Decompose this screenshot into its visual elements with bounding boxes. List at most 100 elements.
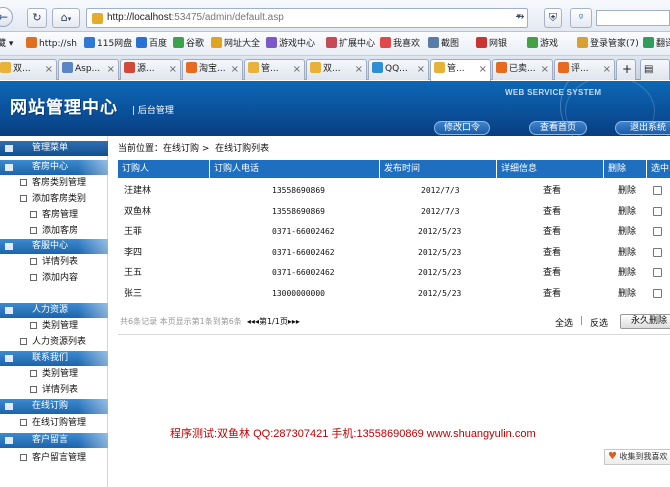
- folder-icon: [5, 243, 13, 250]
- page-nav[interactable]: ◂◂◂第1/1页▸▸▸: [247, 317, 300, 326]
- view-link[interactable]: 查看: [543, 202, 561, 222]
- bookmark-item[interactable]: 115网盘: [84, 37, 132, 51]
- search-engine-icon[interactable]: ᵍ: [570, 8, 592, 28]
- sidebar-group-service[interactable]: 客服中心: [0, 239, 108, 254]
- sidebar-item-room-category[interactable]: 客房类别管理: [20, 176, 86, 190]
- table-row: 王五 0371-66002462 2012/5/23 查看 删除: [118, 263, 670, 283]
- browser-tab[interactable]: 源... ×: [120, 59, 181, 80]
- sidebar-item-order-manage[interactable]: 在线订购管理: [20, 416, 86, 430]
- browser-tab[interactable]: Asp... ×: [58, 59, 119, 80]
- tab-list-button[interactable]: ▤: [640, 59, 670, 80]
- close-icon[interactable]: ×: [355, 60, 363, 79]
- refresh-button[interactable]: ↻: [27, 8, 47, 28]
- browser-tab[interactable]: 淘宝... ×: [182, 59, 243, 80]
- view-link[interactable]: 查看: [543, 222, 561, 242]
- square-icon: [30, 322, 37, 329]
- browser-tab[interactable]: QQ... ×: [368, 59, 429, 80]
- sidebar-item-contact-list[interactable]: 详情列表: [30, 383, 78, 397]
- invert-selection-link[interactable]: 反选: [590, 316, 608, 329]
- bookmark-item[interactable]: 翻译: [643, 37, 670, 51]
- sidebar-group-contact[interactable]: 联系我们: [0, 351, 108, 366]
- row-checkbox[interactable]: [653, 227, 662, 236]
- bookmark-item[interactable]: 登录管家(7): [577, 37, 639, 51]
- sidebar-item-message-manage[interactable]: 客户留言管理: [20, 451, 86, 465]
- row-checkbox[interactable]: [653, 207, 662, 216]
- home-button[interactable]: ⌂▾: [52, 8, 80, 28]
- breadcrumb: 当前位置：在线订购 > 在线订购列表: [118, 144, 270, 154]
- folder-icon: [5, 307, 13, 314]
- view-link[interactable]: 查看: [543, 263, 561, 283]
- favorite-button[interactable]: ♥ 收集到我喜欢: [604, 449, 670, 465]
- delete-link[interactable]: 删除: [618, 263, 636, 283]
- sidebar-item-hr-category[interactable]: 类别管理: [30, 319, 78, 333]
- sidebar-group-room[interactable]: 客房中心: [0, 160, 108, 175]
- logout-button[interactable]: 退出系统: [615, 121, 670, 135]
- sidebar-item-service-add[interactable]: 添加内容: [30, 271, 78, 285]
- close-icon[interactable]: ×: [603, 60, 611, 79]
- tab-bar: 双... × Asp... × 源... × 淘宝... × 管... × 双... × Q…: [0, 56, 670, 81]
- close-icon[interactable]: ×: [169, 60, 177, 79]
- go-button[interactable]: →: [512, 8, 528, 28]
- select-all-link[interactable]: 全选: [555, 316, 573, 329]
- browser-tab[interactable]: 管... ×: [244, 59, 305, 80]
- bookmark-item[interactable]: 游戏中心: [266, 37, 315, 51]
- row-checkbox[interactable]: [653, 268, 662, 277]
- sidebar-item-add-room[interactable]: 添加客房: [30, 224, 78, 238]
- new-tab-button[interactable]: +: [616, 59, 636, 80]
- browser-tab[interactable]: 评... ×: [554, 59, 615, 80]
- sidebar-group-message[interactable]: 客户留言: [0, 433, 108, 448]
- row-checkbox[interactable]: [653, 248, 662, 257]
- browser-tab[interactable]: 双... ×: [0, 59, 57, 80]
- close-icon[interactable]: ×: [107, 60, 115, 79]
- bookmark-item[interactable]: 扩展中心: [326, 37, 375, 51]
- view-link[interactable]: 查看: [543, 284, 561, 304]
- shield-icon[interactable]: ⛨: [544, 8, 562, 28]
- orderer-name: 王五: [124, 268, 143, 278]
- delete-link[interactable]: 删除: [618, 243, 636, 263]
- order-date: 2012/7/3: [421, 207, 460, 216]
- bookmark-item[interactable]: 游戏: [527, 37, 558, 51]
- bookmark-star-icon[interactable]: 藏 ▾: [0, 37, 13, 51]
- row-checkbox[interactable]: [653, 289, 662, 298]
- bookmark-item[interactable]: 谷歌: [173, 37, 204, 51]
- address-bar[interactable]: http://localhost:53475/admin/default.asp…: [86, 8, 528, 28]
- close-icon[interactable]: ×: [293, 60, 301, 79]
- bookmark-item[interactable]: 百度: [136, 37, 167, 51]
- record-summary: 共6条记录 本页显示第1条到第6条: [120, 317, 242, 326]
- sidebar-item-hr-list[interactable]: 人力资源列表: [20, 335, 86, 349]
- close-icon[interactable]: ×: [417, 60, 425, 79]
- close-icon[interactable]: ×: [45, 60, 53, 79]
- back-button[interactable]: ←: [0, 7, 13, 27]
- menu-icon: [5, 145, 13, 152]
- bookmark-item[interactable]: 我喜欢: [380, 37, 420, 51]
- bookmark-item[interactable]: 网银: [476, 37, 507, 51]
- search-input[interactable]: [596, 10, 670, 26]
- browser-tab[interactable]: 已卖... ×: [492, 59, 553, 80]
- delete-link[interactable]: 删除: [618, 284, 636, 304]
- sidebar-group-hr[interactable]: 人力资源: [0, 303, 108, 318]
- delete-link[interactable]: 删除: [618, 202, 636, 222]
- view-link[interactable]: 查看: [543, 181, 561, 201]
- delete-link[interactable]: 删除: [618, 181, 636, 201]
- order-date: 2012/5/23: [418, 227, 462, 236]
- bookmark-item[interactable]: 截图: [428, 37, 459, 51]
- delete-link[interactable]: 删除: [618, 222, 636, 242]
- browser-tab[interactable]: 双... ×: [306, 59, 367, 80]
- view-link[interactable]: 查看: [543, 243, 561, 263]
- folder-icon: [5, 437, 13, 444]
- sidebar-item-add-room-category[interactable]: 添加客房类别: [20, 192, 86, 206]
- close-icon[interactable]: ×: [479, 60, 487, 79]
- close-icon[interactable]: ×: [231, 60, 239, 79]
- change-password-button[interactable]: 修改口令: [434, 121, 490, 135]
- row-checkbox[interactable]: [653, 186, 662, 195]
- bookmark-item[interactable]: 网址大全: [211, 37, 260, 51]
- view-homepage-button[interactable]: 查看首页: [529, 121, 587, 135]
- sidebar-item-contact-category[interactable]: 类别管理: [30, 367, 78, 381]
- sidebar-item-room-manage[interactable]: 客房管理: [30, 208, 78, 222]
- sidebar-group-order[interactable]: 在线订购: [0, 399, 108, 414]
- close-icon[interactable]: ×: [541, 60, 549, 79]
- sidebar-item-service-list[interactable]: 详情列表: [30, 255, 78, 269]
- browser-tab-active[interactable]: 管... ×: [430, 59, 491, 81]
- permanent-delete-button[interactable]: 永久删除: [620, 314, 670, 329]
- bookmark-item[interactable]: http://sh: [26, 37, 77, 51]
